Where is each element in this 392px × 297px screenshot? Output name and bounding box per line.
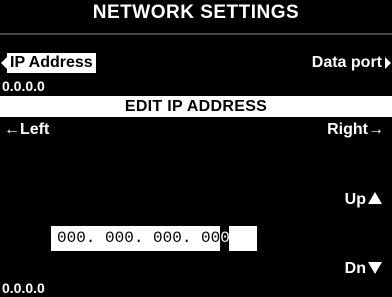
nav-down-label[interactable]: Dn (345, 259, 366, 279)
page-title: NETWORK SETTINGS (92, 2, 300, 23)
ip-cursor: 0 (220, 226, 230, 251)
title-divider (0, 33, 392, 35)
down-arrow-icon[interactable] (368, 262, 382, 274)
up-arrow-icon[interactable] (368, 192, 382, 204)
edit-ip-header: EDIT IP ADDRESS (0, 96, 392, 117)
nav-left-label[interactable]: ←Left (4, 120, 49, 140)
current-ip-bottom: 0.0.0.0 (2, 280, 45, 296)
ip-address-value: 000. 000. 000. 00 (57, 229, 221, 247)
current-ip-top: 0.0.0.0 (2, 78, 45, 94)
nav-up-label[interactable]: Up (345, 190, 366, 210)
tab-ip-address[interactable]: IP Address (7, 53, 96, 73)
lcd-screen: NETWORK SETTINGS IP Address Data port 0.… (0, 0, 392, 297)
nav-right-label[interactable]: Right→ (327, 120, 384, 140)
tab-next-icon[interactable] (385, 57, 391, 69)
tab-data-port[interactable]: Data port (312, 53, 382, 73)
ip-address-input[interactable]: 000. 000. 000. 000 (51, 226, 257, 251)
